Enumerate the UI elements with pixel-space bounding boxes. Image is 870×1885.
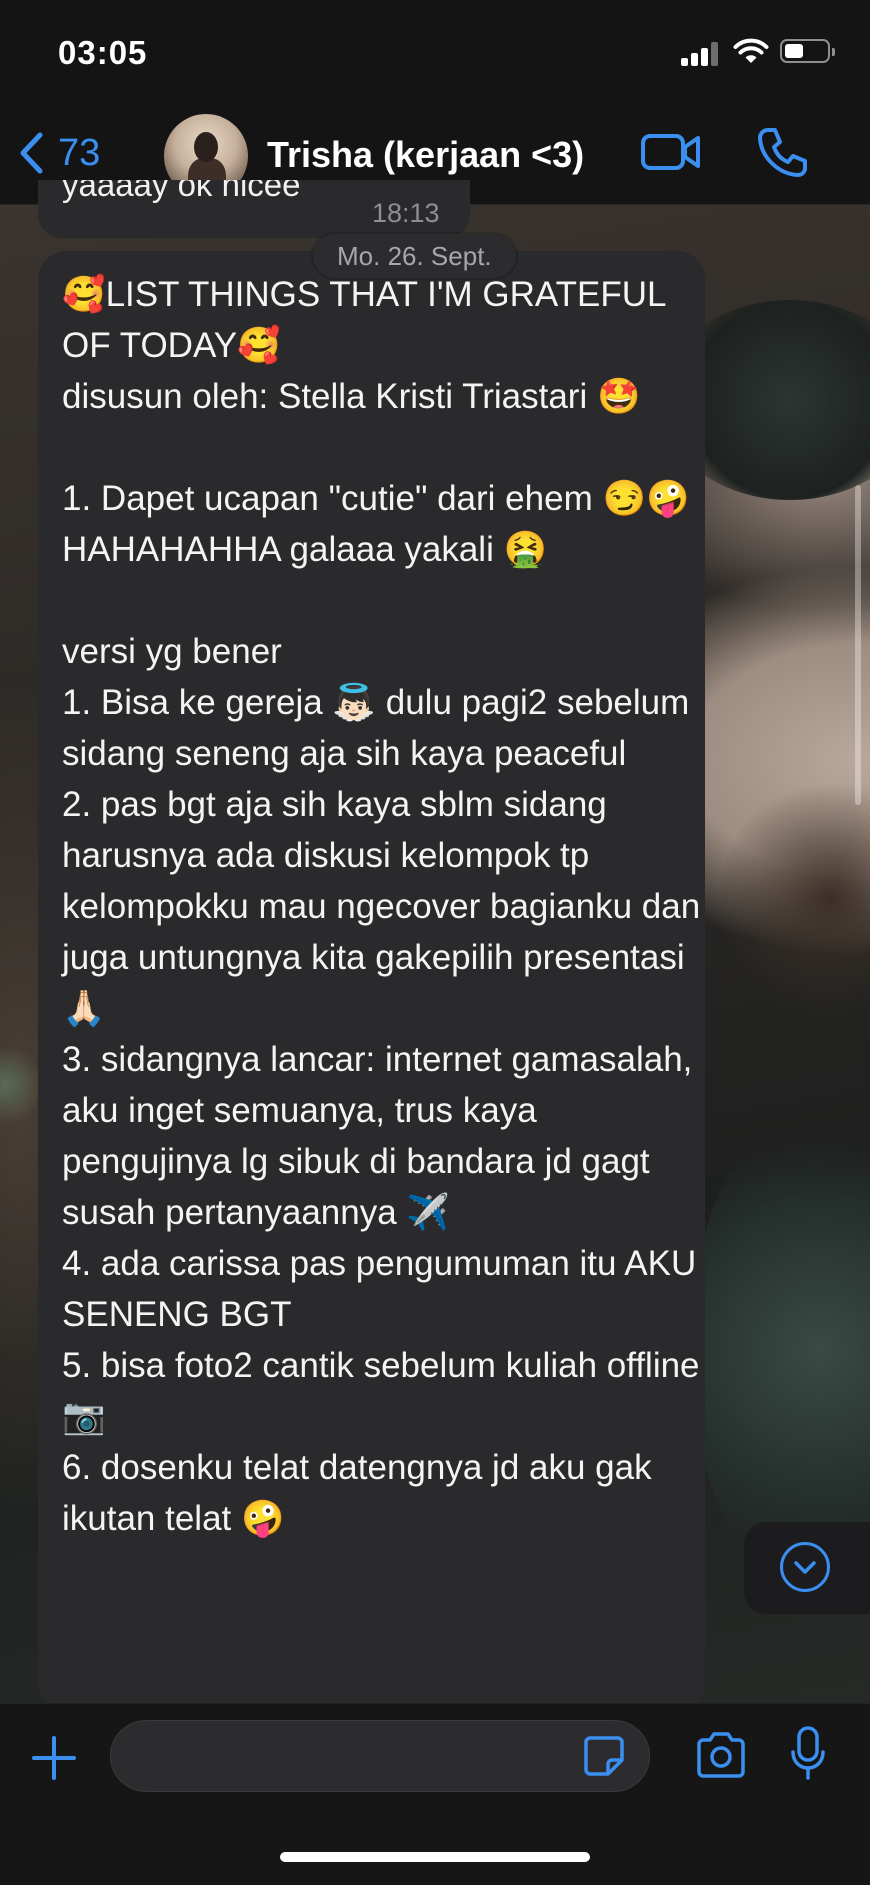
sticker-icon[interactable]: [582, 1734, 626, 1778]
scroll-to-bottom-button[interactable]: [744, 1522, 870, 1614]
video-call-icon[interactable]: [640, 130, 702, 174]
cellular-signal-icon: [681, 40, 721, 66]
contact-name[interactable]: Trisha (kerjaan <3): [267, 134, 584, 176]
phone-call-icon[interactable]: [756, 126, 808, 178]
chevron-left-icon: [20, 132, 43, 174]
wifi-icon: [733, 38, 769, 63]
microphone-icon[interactable]: [790, 1726, 826, 1782]
chevron-down-icon: [780, 1542, 830, 1592]
battery-icon: [780, 39, 835, 63]
previous-message-text: yaaaay ok nicee: [62, 180, 301, 203]
scrollbar[interactable]: [855, 485, 861, 805]
message-bubble[interactable]: 🥰LIST THINGS THAT I'M GRATEFUL OF TODAY🥰…: [38, 251, 705, 1711]
date-separator: Mo. 26. Sept.: [313, 234, 516, 278]
home-indicator[interactable]: [280, 1852, 590, 1862]
status-time: 03:05: [58, 34, 148, 71]
message-input[interactable]: [135, 1735, 579, 1779]
status-bar: 03:05: [0, 0, 870, 100]
plus-icon[interactable]: [30, 1734, 78, 1782]
previous-message-time: 18:13: [372, 198, 440, 228]
back-button[interactable]: 73: [18, 128, 100, 178]
message-text: 🥰LIST THINGS THAT I'M GRATEFUL OF TODAY🥰…: [62, 275, 701, 1538]
previous-message-bubble[interactable]: yaaaay ok nicee 18:13: [38, 180, 470, 238]
camera-icon[interactable]: [694, 1732, 748, 1778]
unread-count: 73: [58, 131, 101, 174]
message-input-container[interactable]: [110, 1720, 650, 1792]
